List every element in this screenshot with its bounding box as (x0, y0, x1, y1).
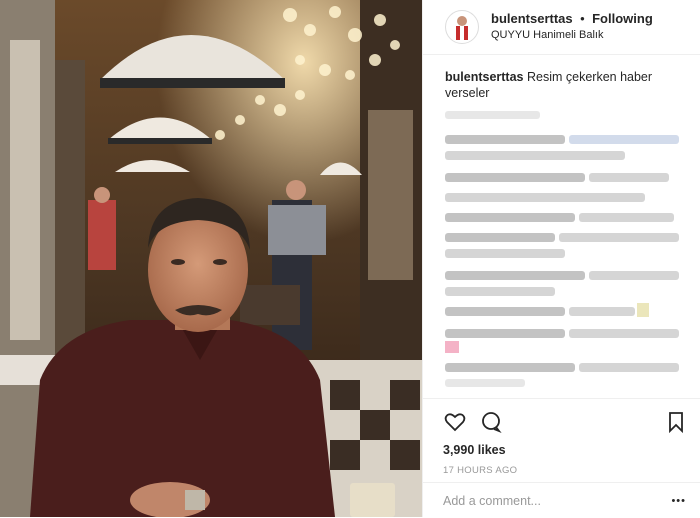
add-comment-bar: Add a comment... ••• (423, 482, 700, 518)
add-comment-input[interactable]: Add a comment... (443, 494, 541, 508)
restaurant-portrait-image (0, 0, 422, 517)
heart-icon[interactable] (443, 410, 467, 434)
separator-dot: • (580, 11, 585, 26)
caption: bulentserttas Resim çekerken haber verse… (445, 69, 686, 101)
avatar[interactable] (445, 10, 479, 44)
following-button[interactable]: Following (592, 11, 653, 26)
likes-count[interactable]: 3,990 likes (443, 443, 686, 457)
comments-section: bulentserttas Resim çekerken haber verse… (423, 55, 700, 399)
bookmark-icon[interactable] (666, 410, 686, 434)
action-icons (443, 407, 686, 437)
header-text: bulentserttas • Following QUYYU Hanimeli… (491, 11, 653, 43)
caption-username[interactable]: bulentserttas (445, 70, 524, 84)
location-link[interactable]: QUYYU Hanimeli Balık (491, 27, 653, 43)
instagram-post-view: bulentserttas • Following QUYYU Hanimeli… (0, 0, 700, 517)
post-actions: 3,990 likes 17 HOURS AGO (423, 398, 700, 476)
post-timestamp: 17 HOURS AGO (443, 465, 518, 476)
more-options-icon[interactable]: ••• (671, 495, 686, 507)
username-link[interactable]: bulentserttas (491, 11, 573, 26)
comment-icon[interactable] (479, 410, 503, 434)
avatar-image (456, 16, 468, 40)
post-photo[interactable] (0, 0, 422, 517)
post-side-panel: bulentserttas • Following QUYYU Hanimeli… (422, 0, 700, 517)
post-header: bulentserttas • Following QUYYU Hanimeli… (423, 0, 700, 55)
blurred-comments (445, 111, 679, 387)
